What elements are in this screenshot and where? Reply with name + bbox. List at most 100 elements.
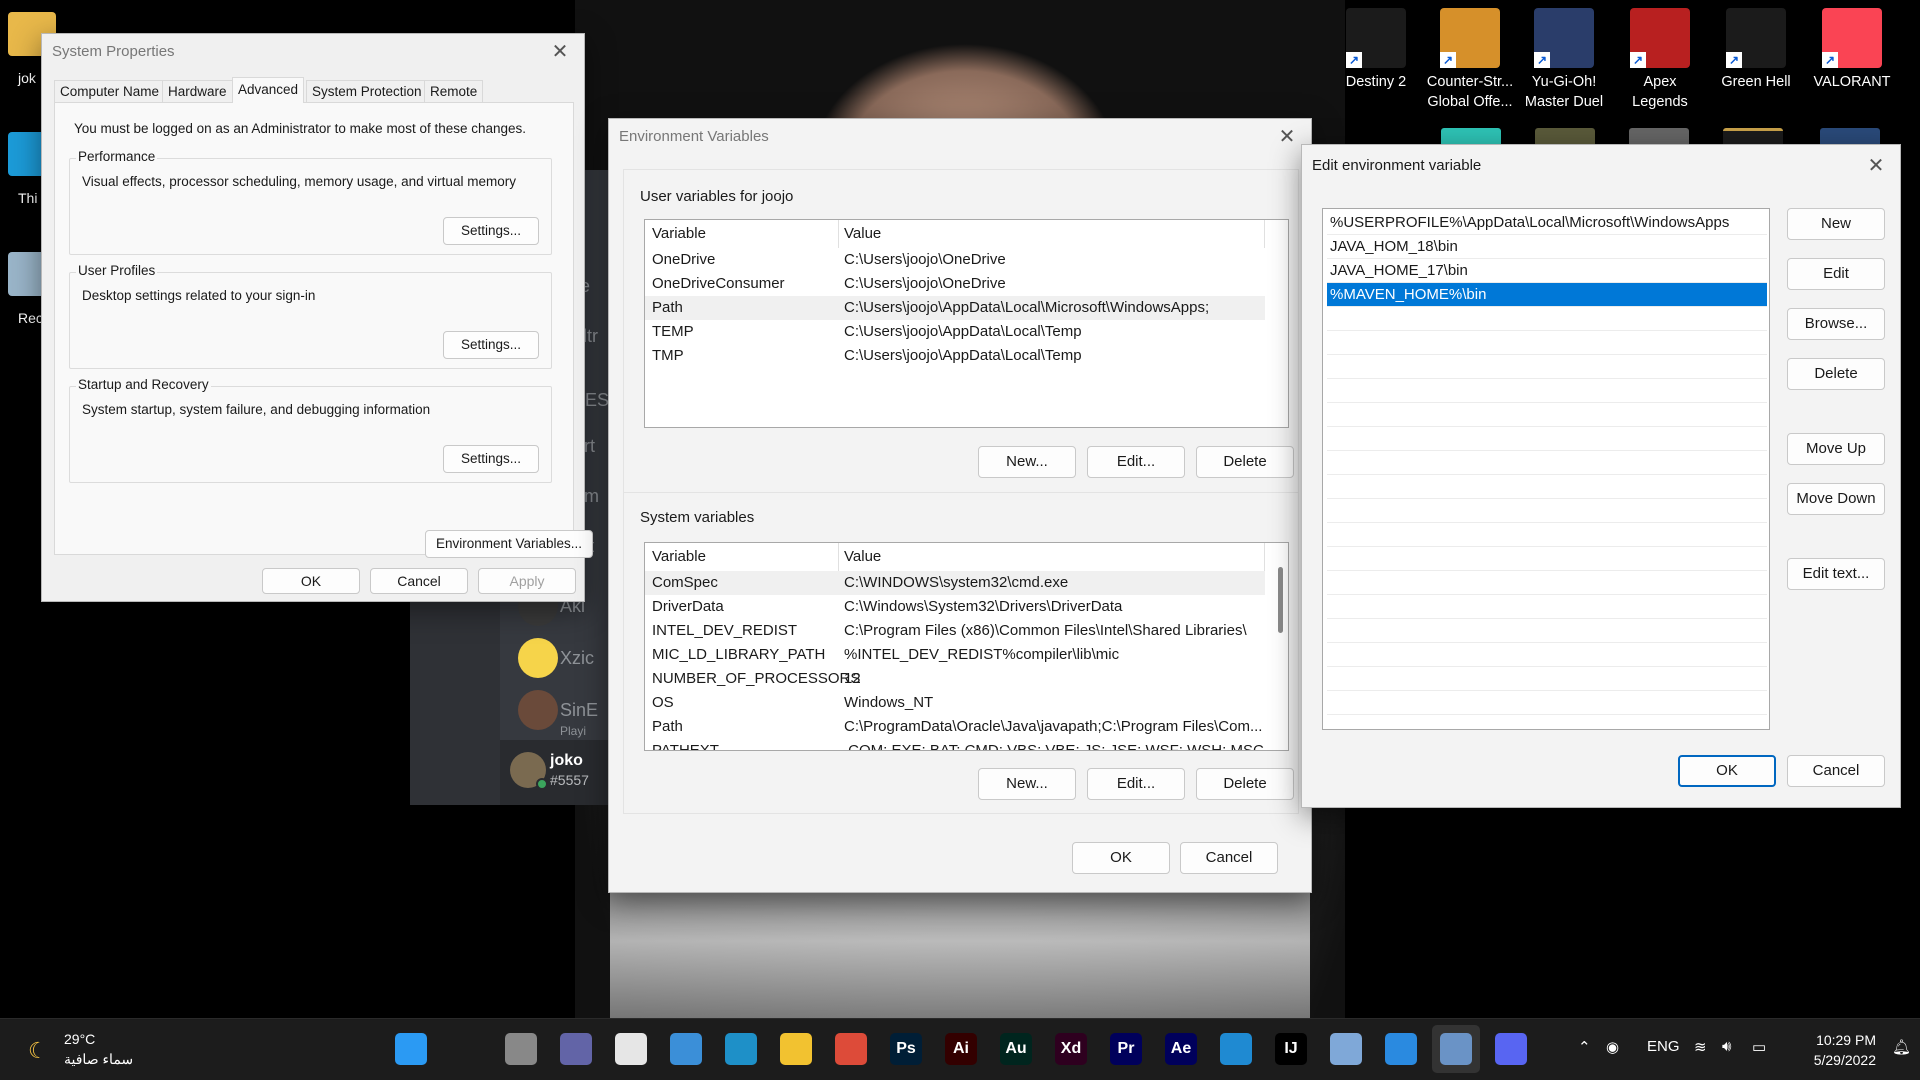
discord-user-panel[interactable]: joko #5557	[500, 740, 610, 805]
system-delete-button[interactable]: Delete	[1196, 768, 1294, 800]
after-effects-icon[interactable]: Ae	[1165, 1033, 1197, 1065]
table-row[interactable]: OS Windows_NT	[645, 691, 1265, 715]
apply-button[interactable]: Apply	[478, 568, 576, 594]
browse-button[interactable]: Browse...	[1787, 308, 1885, 340]
weather-widget[interactable]: ☾ 29°C سماء صافية	[24, 1030, 154, 1070]
desktop-app-green-hell[interactable]: ↗ Green Hell	[1710, 8, 1802, 92]
new-button[interactable]: New	[1787, 208, 1885, 240]
tab-system-protection[interactable]: System Protection	[306, 80, 428, 102]
close-button[interactable]: ✕	[1273, 123, 1301, 151]
intellij-icon[interactable]: IJ	[1275, 1033, 1307, 1065]
chat-icon[interactable]	[560, 1033, 592, 1065]
path-entry[interactable]: %MAVEN_HOME%\bin	[1327, 283, 1767, 307]
system-variables-table[interactable]: Variable Value ComSpec C:\WINDOWS\system3…	[644, 542, 1289, 751]
desktop-app-apex[interactable]: ↗ Apex Legends	[1614, 8, 1706, 112]
discord-list-item[interactable]: SinE	[560, 700, 598, 721]
shortcut-arrow-icon: ↗	[1440, 52, 1456, 68]
discord-tray-icon[interactable]: ◉	[1606, 1038, 1619, 1056]
table-row[interactable]: Path C:\ProgramData\Oracle\Java\javapath;…	[645, 715, 1265, 739]
explorer-icon[interactable]	[780, 1033, 812, 1065]
virtualbox-icon[interactable]	[1330, 1033, 1362, 1065]
window-title: System Properties	[52, 43, 175, 60]
user-delete-button[interactable]: Delete	[1196, 446, 1294, 478]
tab-remote[interactable]: Remote	[424, 80, 484, 102]
table-row[interactable]: ComSpec C:\WINDOWS\system32\cmd.exe	[645, 571, 1265, 595]
language-indicator[interactable]: ENG	[1647, 1038, 1680, 1055]
table-row[interactable]: NUMBER_OF_PROCESSORS 12	[645, 667, 1265, 691]
store-icon[interactable]	[615, 1033, 647, 1065]
search-icon[interactable]	[450, 1033, 482, 1065]
desktop-app-destiny[interactable]: ↗ Destiny 2	[1330, 8, 1422, 92]
system-new-button[interactable]: New...	[978, 768, 1076, 800]
close-button[interactable]: ✕	[546, 38, 574, 66]
move-down-button[interactable]: Move Down	[1787, 483, 1885, 515]
volume-icon[interactable]: 🔊︎	[1722, 1038, 1731, 1055]
startup-recovery-settings-button[interactable]: Settings...	[443, 445, 539, 473]
start-icon[interactable]	[395, 1033, 427, 1065]
path-entries-list[interactable]: %USERPROFILE%\AppData\Local\Microsoft\Wi…	[1322, 208, 1770, 730]
path-entry[interactable]: JAVA_HOM_18\bin	[1327, 235, 1767, 259]
column-header-value[interactable]: Value	[844, 225, 881, 242]
table-row[interactable]: Path C:\Users\joojo\AppData\Local\Microso…	[645, 296, 1265, 320]
table-row[interactable]: OneDriveConsumer C:\Users\joojo\OneDrive	[645, 272, 1265, 296]
wifi-icon[interactable]: ≋	[1694, 1038, 1707, 1056]
environment-variables-button[interactable]: Environment Variables...	[425, 530, 593, 558]
edit-button[interactable]: Edit	[1787, 258, 1885, 290]
desktop-app-valorant[interactable]: ↗ VALORANT	[1806, 8, 1898, 92]
table-row[interactable]: TMP C:\Users\joojo\AppData\Local\Temp	[645, 344, 1265, 368]
column-header-value[interactable]: Value	[844, 548, 881, 565]
scrollbar[interactable]	[1278, 567, 1283, 633]
table-row[interactable]: TEMP C:\Users\joojo\AppData\Local\Temp	[645, 320, 1265, 344]
table-row[interactable]: PATHEXT .COM;.EXE;.BAT;.CMD;.VBS;.VBE;.JS…	[645, 739, 1265, 750]
ok-button[interactable]: OK	[1072, 842, 1170, 874]
user-variables-table[interactable]: Variable Value OneDrive C:\Users\joojo\On…	[644, 219, 1289, 428]
cancel-button[interactable]: Cancel	[1787, 755, 1885, 787]
audition-icon[interactable]: Au	[1000, 1033, 1032, 1065]
performance-settings-button[interactable]: Settings...	[443, 217, 539, 245]
desktop-app-csgo[interactable]: ↗ Counter-Str... Global Offe...	[1424, 8, 1516, 112]
discord-list-item[interactable]: Xzic	[560, 648, 594, 669]
tab-computer-name[interactable]: Computer Name	[54, 80, 166, 102]
user-new-button[interactable]: New...	[978, 446, 1076, 478]
battery-icon[interactable]: ▭	[1752, 1038, 1766, 1056]
ok-button[interactable]: OK	[262, 568, 360, 594]
premiere-icon[interactable]: Pr	[1110, 1033, 1142, 1065]
chevron-up-icon[interactable]: ⌃	[1578, 1038, 1591, 1056]
task-view-icon[interactable]	[505, 1033, 537, 1065]
delete-button[interactable]: Delete	[1787, 358, 1885, 390]
app-icon[interactable]	[1385, 1033, 1417, 1065]
system-edit-button[interactable]: Edit...	[1087, 768, 1185, 800]
user-edit-button[interactable]: Edit...	[1087, 446, 1185, 478]
tab-hardware[interactable]: Hardware	[162, 80, 233, 102]
move-up-button[interactable]: Move Up	[1787, 433, 1885, 465]
edge-icon[interactable]	[725, 1033, 757, 1065]
column-header-variable[interactable]: Variable	[652, 225, 706, 242]
table-row[interactable]: MIC_LD_LIBRARY_PATH %INTEL_DEV_REDIST%com…	[645, 643, 1265, 667]
table-row[interactable]: OneDrive C:\Users\joojo\OneDrive	[645, 248, 1265, 272]
path-entry[interactable]: %USERPROFILE%\AppData\Local\Microsoft\Wi…	[1327, 211, 1767, 235]
variable-name: Path	[652, 299, 683, 316]
photoshop-icon[interactable]: Ps	[890, 1033, 922, 1065]
tab-advanced[interactable]: Advanced	[232, 77, 305, 103]
path-entry[interactable]: JAVA_HOME_17\bin	[1327, 259, 1767, 283]
column-header-variable[interactable]: Variable	[652, 548, 706, 565]
table-row[interactable]: INTEL_DEV_REDIST C:\Program Files (x86)\C…	[645, 619, 1265, 643]
chrome-icon[interactable]	[835, 1033, 867, 1065]
cancel-button[interactable]: Cancel	[370, 568, 468, 594]
illustrator-icon[interactable]: Ai	[945, 1033, 977, 1065]
cancel-button[interactable]: Cancel	[1180, 842, 1278, 874]
xd-icon[interactable]: Xd	[1055, 1033, 1087, 1065]
vscode-icon[interactable]	[1220, 1033, 1252, 1065]
photos-icon[interactable]	[670, 1033, 702, 1065]
shortcut-arrow-icon: ↗	[1822, 52, 1838, 68]
clock[interactable]: 10:29 PM 5/29/2022	[1796, 1030, 1876, 1070]
ok-button[interactable]: OK	[1678, 755, 1776, 787]
variable-value: C:\Windows\System32\Drivers\DriverData	[844, 598, 1123, 615]
notification-icon[interactable]: 🔔︎	[1892, 1038, 1911, 1056]
user-profiles-settings-button[interactable]: Settings...	[443, 331, 539, 359]
table-row[interactable]: DriverData C:\Windows\System32\Drivers\Dr…	[645, 595, 1265, 619]
edit-text-button[interactable]: Edit text...	[1787, 558, 1885, 590]
desktop-app-yugioh[interactable]: ↗ Yu-Gi-Oh! Master Duel	[1518, 8, 1610, 112]
close-button[interactable]: ✕	[1862, 152, 1890, 180]
discord-icon[interactable]	[1495, 1033, 1527, 1065]
